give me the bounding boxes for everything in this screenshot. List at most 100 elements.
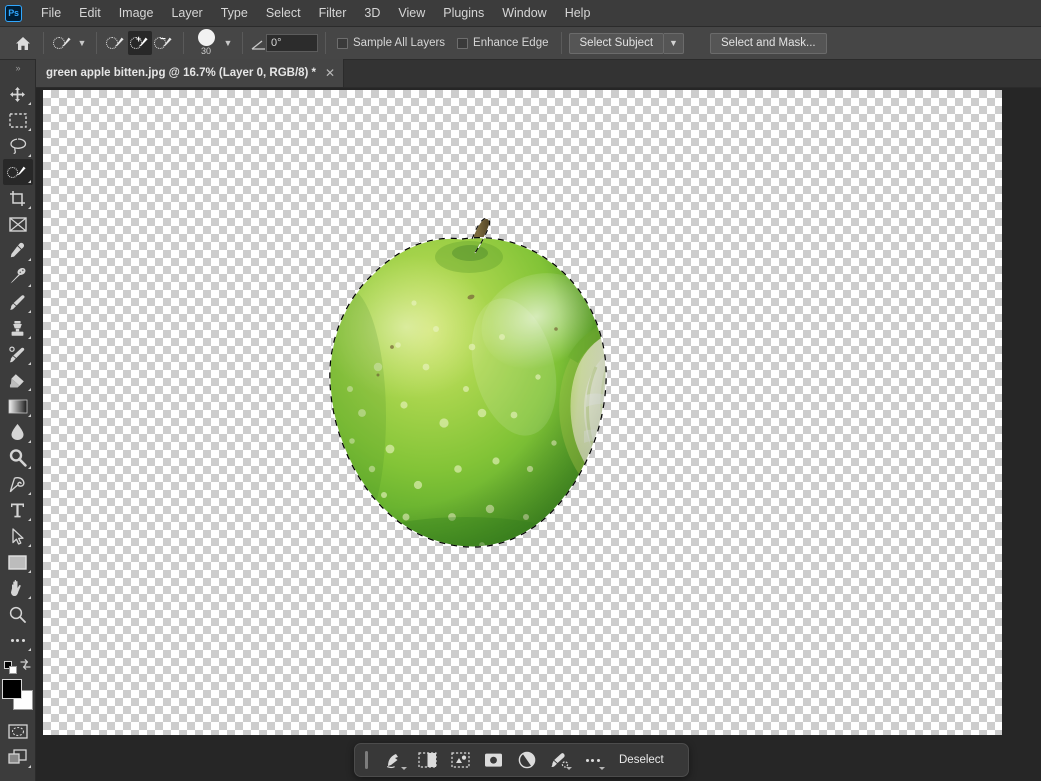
checkbox-box [337, 37, 348, 49]
menu-item-type[interactable]: Type [212, 2, 257, 24]
options-bar: ▼ + − 30 ▼ 0° Sample All Layers Enhance … [0, 27, 1041, 60]
checkbox-box [457, 37, 469, 49]
chevron-down-icon[interactable] [566, 767, 572, 770]
quick-mask-button[interactable] [3, 718, 33, 744]
divider [325, 32, 326, 54]
transform-selection-icon [451, 752, 470, 768]
brush-tool[interactable] [3, 289, 33, 315]
chevron-down-icon[interactable] [599, 767, 605, 770]
menu-item-plugins[interactable]: Plugins [434, 2, 493, 24]
document-tab[interactable]: green apple bitten.jpg @ 16.7% (Layer 0,… [36, 59, 345, 87]
deselect-button[interactable]: Deselect [610, 748, 673, 772]
contextual-task-bar[interactable]: Deselect [354, 743, 689, 777]
subtract-from-selection-button[interactable]: − [152, 31, 176, 55]
double-chevron-right-icon[interactable]: » [0, 60, 36, 76]
divider [183, 32, 184, 54]
chevron-down-icon[interactable]: ▼ [664, 32, 685, 54]
menu-item-3d[interactable]: 3D [355, 2, 389, 24]
more-ellipsis-icon [585, 758, 600, 762]
chevron-down-icon[interactable]: ▼ [221, 33, 235, 53]
drag-grip-icon[interactable] [365, 751, 368, 769]
tool-preset-picker[interactable] [51, 31, 75, 55]
zoom-tool[interactable] [3, 601, 33, 627]
select-and-mask-button[interactable]: Select and Mask... [710, 32, 827, 54]
photoshop-window: Ps File Edit Image Layer Type Select Fil… [0, 0, 1041, 781]
workspace [36, 88, 1041, 781]
hand-tool[interactable] [3, 575, 33, 601]
color-controls-row [0, 658, 36, 676]
history-brush-tool[interactable] [3, 341, 33, 367]
menu-item-image[interactable]: Image [110, 2, 163, 24]
add-to-selection-button[interactable]: + [128, 31, 152, 55]
brush-size-label: 30 [200, 45, 211, 56]
sample-all-layers-label: Sample All Layers [353, 37, 446, 49]
divider [96, 32, 97, 54]
blur-tool[interactable] [3, 419, 33, 445]
adjustment-circle-icon [518, 751, 535, 769]
select-subject-button[interactable] [379, 747, 410, 773]
enhance-edge-checkbox[interactable]: Enhance Edge [457, 37, 549, 49]
sample-all-layers-checkbox[interactable]: Sample All Layers [337, 37, 445, 49]
adjustment-layer-button[interactable] [511, 747, 542, 773]
brush-preview-icon [197, 28, 215, 46]
enhance-edge-label: Enhance Edge [473, 37, 549, 49]
mask-selection-icon [418, 752, 437, 768]
camera-fill-icon [485, 753, 502, 767]
menu-item-edit[interactable]: Edit [70, 2, 110, 24]
remove-background-button[interactable] [544, 747, 575, 773]
move-tool[interactable] [3, 81, 33, 107]
select-subject-button[interactable]: Select Subject [568, 32, 665, 54]
brush-size-picker[interactable]: 30 [191, 28, 221, 59]
mask-selection-button[interactable] [412, 747, 443, 773]
path-selection-tool[interactable] [3, 523, 33, 549]
chevron-down-icon[interactable] [401, 767, 407, 770]
foreground-color-swatch[interactable] [1, 679, 22, 699]
menu-item-filter[interactable]: Filter [310, 2, 356, 24]
apple-artwork [286, 217, 638, 567]
select-subject-icon [386, 753, 398, 768]
rectangular-marquee-tool[interactable] [3, 107, 33, 133]
document-tab-bar: green apple bitten.jpg @ 16.7% (Layer 0,… [36, 59, 1041, 88]
home-icon[interactable] [10, 31, 36, 55]
angle-input[interactable]: 0° [266, 34, 318, 52]
new-selection-button[interactable] [104, 31, 128, 55]
spot-healing-brush-tool[interactable] [3, 263, 33, 289]
menu-item-file[interactable]: File [32, 2, 70, 24]
eyedropper-tool[interactable] [3, 237, 33, 263]
remove-background-icon [551, 752, 569, 768]
type-tool[interactable] [3, 497, 33, 523]
tools-panel: » [0, 60, 36, 781]
screen-mode-button[interactable] [3, 744, 33, 770]
transform-selection-button[interactable] [445, 747, 476, 773]
quick-selection-tool[interactable] [2, 159, 33, 185]
frame-tool[interactable] [3, 211, 33, 237]
menu-item-layer[interactable]: Layer [162, 2, 211, 24]
edit-toolbar-button[interactable] [3, 627, 33, 653]
more-ellipsis-icon [10, 638, 25, 642]
eraser-tool[interactable] [3, 367, 33, 393]
lasso-tool[interactable] [3, 133, 33, 159]
menu-item-window[interactable]: Window [493, 2, 555, 24]
menu-item-help[interactable]: Help [556, 2, 600, 24]
chevron-down-icon[interactable]: ▼ [75, 33, 89, 53]
angle-icon [250, 36, 266, 50]
generative-fill-button[interactable] [478, 747, 509, 773]
document-canvas[interactable] [43, 90, 1002, 735]
swap-colors-icon[interactable] [19, 658, 32, 676]
color-swatches [1, 679, 35, 713]
default-colors-icon[interactable] [3, 660, 17, 674]
dodge-tool[interactable] [3, 445, 33, 471]
add-to-selection-icon: + [130, 35, 150, 51]
new-selection-icon [106, 35, 126, 51]
crop-tool[interactable] [3, 185, 33, 211]
gradient-tool[interactable] [3, 393, 33, 419]
clone-stamp-tool[interactable] [3, 315, 33, 341]
rectangle-tool[interactable] [3, 549, 33, 575]
divider [43, 32, 44, 54]
menu-item-view[interactable]: View [389, 2, 434, 24]
close-icon[interactable]: ✕ [325, 67, 335, 79]
divider [242, 32, 243, 54]
menu-item-select[interactable]: Select [257, 2, 310, 24]
more-options-button[interactable] [577, 747, 608, 773]
pen-tool[interactable] [3, 471, 33, 497]
